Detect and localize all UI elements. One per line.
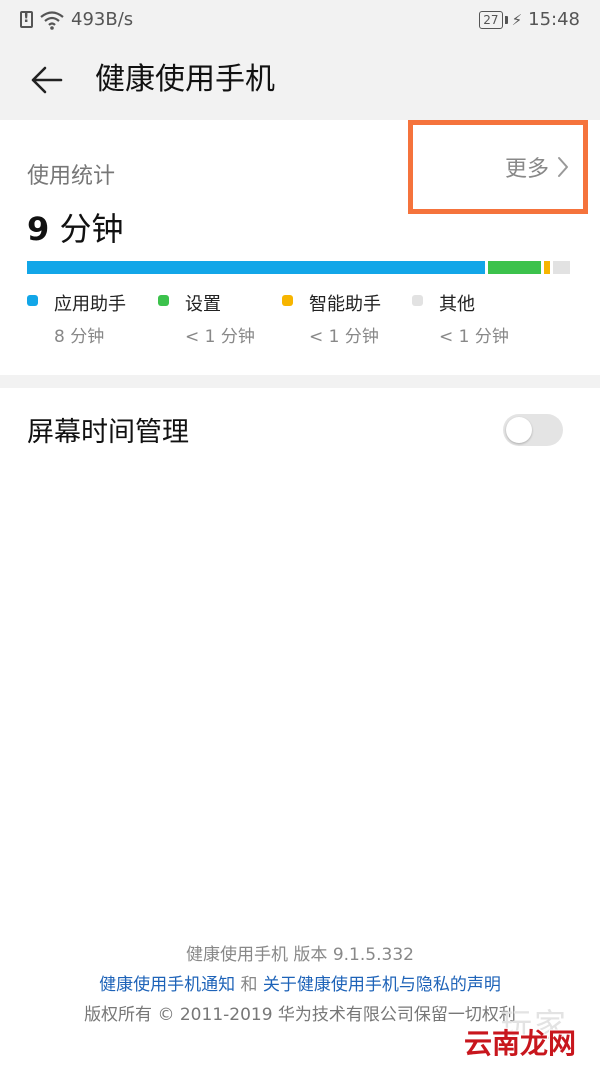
legend-dot [27, 295, 38, 306]
screen-time-toggle[interactable] [503, 414, 563, 446]
usage-bar-segment [488, 261, 541, 274]
screen-time-label: 屏幕时间管理 [27, 417, 189, 448]
usage-bar [27, 261, 573, 274]
battery-tip [504, 15, 508, 24]
legend-name: 其他 [439, 294, 475, 315]
usage-stats-label: 使用统计 [27, 164, 116, 189]
status-bar: 493B/s 27 ⚡ 15:48 [0, 0, 600, 40]
legend-value: < 1 分钟 [309, 327, 379, 347]
screen-time-row[interactable]: 屏幕时间管理 [0, 388, 600, 472]
total-usage-unit: 分钟 [59, 210, 124, 248]
legal-links: 健康使用手机通知 和 关于健康使用手机与隐私的声明 [0, 970, 600, 1000]
status-left: 493B/s [20, 9, 133, 30]
page-title: 健康使用手机 [95, 62, 275, 97]
legend-dot [158, 295, 169, 306]
legend-name: 应用助手 [54, 294, 126, 315]
clock: 15:48 [528, 9, 580, 30]
legend-dot [282, 295, 293, 306]
wifi-icon [39, 10, 65, 30]
battery-icon: 27 [479, 10, 503, 29]
toggle-knob [506, 417, 532, 443]
chevron-right-icon [558, 157, 568, 177]
section-divider [0, 375, 600, 388]
charging-bolt-icon: ⚡ [511, 10, 523, 29]
legend-value: 8 分钟 [54, 327, 105, 347]
privacy-link[interactable]: 关于健康使用手机与隐私的声明 [263, 975, 501, 995]
arrow-left-icon [31, 66, 63, 94]
network-speed: 493B/s [71, 9, 134, 30]
usage-bar-segment [553, 261, 570, 274]
more-label: 更多 [504, 157, 549, 182]
total-usage-time: 9 分钟 [27, 204, 123, 250]
usage-bar-segment [27, 261, 485, 274]
legend-dot [412, 295, 423, 306]
legend-value: < 1 分钟 [439, 327, 509, 347]
watermark-logo: 云南龙网 [464, 1027, 577, 1060]
and-text: 和 [235, 975, 263, 995]
version-info: 健康使用手机 版本 9.1.5.332 [186, 945, 414, 965]
usage-bar-segment [544, 261, 550, 274]
legend-name: 设置 [185, 294, 221, 315]
total-usage-value: 9 [27, 210, 50, 248]
app-bar: 健康使用手机 [0, 40, 600, 120]
status-right: 27 ⚡ 15:48 [479, 9, 580, 30]
watermark: 玩家 云南龙网 [460, 1000, 600, 1066]
usage-legend: 应用助手 8 分钟 设置 < 1 分钟 智能助手 < 1 分钟 其他 < 1 分钟 [27, 290, 587, 350]
more-button[interactable]: 更多 [408, 120, 588, 214]
legend-value: < 1 分钟 [185, 327, 255, 347]
battery-level: 27 [483, 12, 499, 27]
alert-icon [20, 10, 33, 28]
back-button[interactable] [24, 58, 68, 102]
usage-stats-card: 使用统计 更多 9 分钟 应用助手 8 分钟 设置 < 1 分钟 智能助手 < 1 分钟其… [0, 120, 600, 375]
legend-name: 智能助手 [309, 294, 381, 315]
notice-link[interactable]: 健康使用手机通知 [99, 975, 235, 995]
